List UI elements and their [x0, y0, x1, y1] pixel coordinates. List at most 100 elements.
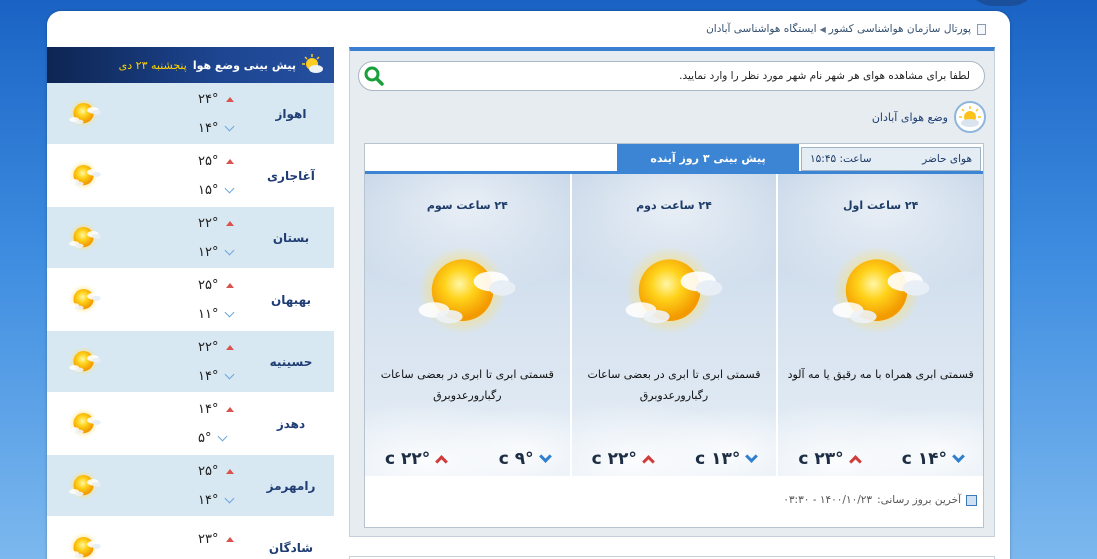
arrow-up-icon	[848, 455, 862, 468]
forecast-column-title: ۲۴ ساعت سوم	[426, 199, 508, 212]
arrow-up-icon	[226, 536, 235, 542]
partly-cloudy-sun-icon	[302, 53, 324, 77]
min-temp-value: ۱۲°	[198, 244, 219, 260]
city-temps: ۲۵° ۱۱°	[198, 278, 248, 322]
partly-cloudy-sun-icon	[412, 244, 522, 342]
city-temps: ۲۳°	[198, 532, 248, 559]
max-temp: ۲۲°	[198, 216, 235, 231]
last-update: آخرین بروز رسانی: ۱۴۰۰/۱۰/۲۳ - ۰۳:۳۰	[783, 494, 977, 506]
city-name[interactable]: بهبهان	[248, 293, 334, 307]
max-temp-value: ۲۵°	[198, 463, 219, 479]
city-name[interactable]: اهواز	[248, 107, 334, 121]
arrow-down-icon	[204, 555, 215, 559]
forecast-max: ۲۲° c	[385, 449, 449, 469]
city-row[interactable]: آغاجاری ۲۵° ۱۵°	[47, 145, 334, 207]
city-name[interactable]: دهدز	[248, 417, 334, 431]
arrow-down-icon	[225, 307, 235, 317]
city-row[interactable]: بستان ۲۲° ۱۲°	[47, 207, 334, 269]
page-container: پورتال سازمان هواشناسی کشور ◀ ایستگاه هو…	[47, 11, 1010, 559]
forecast-sidebar: پیش بینی وضع هوا پنجشنبه ۲۳ دی اهواز ۲۴°…	[47, 47, 334, 559]
arrow-down-icon	[538, 449, 552, 463]
partly-cloudy-sun-icon	[619, 244, 729, 342]
min-temp-value: ۱۴°	[198, 120, 219, 136]
min-temp: ۱۴°	[198, 120, 235, 136]
arrow-down-icon	[952, 449, 965, 463]
city-name[interactable]: رامهرمز	[248, 479, 334, 493]
city-name[interactable]: حسینیه	[248, 355, 334, 369]
arrow-down-icon	[225, 245, 235, 255]
forecast-min: ۹° c	[499, 449, 552, 469]
header-decoration	[967, 0, 1037, 6]
partly-cloudy-sun-icon	[67, 98, 103, 133]
city-row[interactable]: بهبهان ۲۵° ۱۱°	[47, 269, 334, 331]
city-row[interactable]: شادگان ۲۳°	[47, 517, 334, 559]
min-temp-value: ۱۵°	[198, 182, 219, 198]
forecast-min-value: ۱۳° c	[695, 449, 741, 469]
last-update-label: آخرین بروز رسانی:	[877, 494, 961, 506]
last-update-value: ۱۴۰۰/۱۰/۲۳ - ۰۳:۳۰	[783, 494, 873, 506]
tab-3day-forecast[interactable]: پیش بینی ۳ روز آینده	[617, 144, 799, 172]
forecast-max: ۲۳° c	[798, 449, 862, 469]
forecast-max-value: ۲۳° c	[798, 449, 844, 469]
forecast-min: ۱۴° c	[902, 449, 965, 469]
max-temp-value: ۱۴°	[198, 401, 219, 417]
arrow-up-icon	[226, 220, 235, 226]
forecast-description: قسمتی ابری همراه با مه رقیق یا مه آلود	[787, 368, 974, 381]
city-row[interactable]: اهواز ۲۴° ۱۴°	[47, 83, 334, 145]
forecast-box: هوای حاضر ساعت: ۱۵:۴۵ پیش بینی ۳ روز آین…	[364, 143, 984, 528]
forecast-columns: ۲۴ ساعت اول قسمتی ابری همراه با مه رقیق …	[364, 174, 983, 476]
forecast-column-title: ۲۴ ساعت اول	[842, 199, 919, 212]
min-temp-value: ۵°	[198, 430, 212, 446]
max-temp: ۲۳°	[198, 532, 235, 547]
max-temp-value: ۲۲°	[198, 339, 219, 355]
forecast-max-value: ۲۲° c	[591, 449, 637, 469]
search-button[interactable]	[363, 65, 385, 87]
arrow-up-icon	[226, 406, 235, 412]
sidebar-header: پیش بینی وضع هوا پنجشنبه ۲۳ دی	[47, 47, 334, 83]
partly-cloudy-sun-icon	[67, 346, 103, 381]
min-temp: ۵°	[198, 430, 228, 446]
min-temp-value: ۱۴°	[198, 368, 219, 384]
forecast-temps: ۱۳° c ۲۲° c	[591, 449, 759, 469]
city-temps: ۲۵° ۱۵°	[198, 154, 248, 198]
breadcrumb-link-portal[interactable]: پورتال سازمان هواشناسی کشور	[829, 23, 971, 35]
partly-cloudy-sun-icon	[67, 222, 103, 257]
city-temps: ۲۴° ۱۴°	[198, 92, 248, 136]
arrow-up-icon	[226, 282, 235, 288]
city-list: اهواز ۲۴° ۱۴° آغاجاری ۲۵° ۱۵° بستان ۲۲° …	[47, 83, 334, 559]
breadcrumb-link-station[interactable]: ایستگاه هواشناسی آبادان	[706, 23, 817, 35]
search-icon	[364, 66, 384, 86]
city-row[interactable]: دهدز ۱۴° ۵°	[47, 393, 334, 455]
tab-current-label: هوای حاضر	[922, 153, 972, 165]
update-icon	[966, 494, 977, 506]
arrow-down-icon	[225, 369, 235, 379]
max-temp: ۲۵°	[198, 278, 235, 293]
search-placeholder: لطفا برای مشاهده هوای هر شهر نام شهر مور…	[679, 70, 970, 82]
max-temp: ۱۴°	[198, 401, 235, 417]
city-name[interactable]: بستان	[248, 231, 334, 245]
arrow-down-icon	[225, 183, 235, 193]
city-row[interactable]: حسینیه ۲۲° ۱۴°	[47, 331, 334, 393]
min-temp: ۱۲°	[198, 244, 235, 260]
partly-cloudy-sun-icon	[67, 532, 103, 559]
max-temp-value: ۲۵°	[198, 153, 219, 169]
min-temp: ۱۱°	[198, 307, 235, 322]
city-name[interactable]: شادگان	[248, 541, 334, 555]
sidebar-title: پیش بینی وضع هوا	[192, 58, 296, 72]
arrow-up-icon	[226, 158, 235, 164]
partly-cloudy-sun-icon	[67, 470, 103, 505]
city-temps: ۲۲° ۱۴°	[198, 340, 248, 384]
max-temp: ۲۲°	[198, 339, 235, 355]
forecast-min: ۱۳° c	[695, 449, 759, 469]
partly-cloudy-sun-icon	[67, 160, 103, 195]
forecast-column: ۲۴ ساعت دوم قسمتی ابری تا ابری در بعضی س…	[569, 174, 777, 476]
partly-cloudy-sun-icon	[954, 101, 986, 133]
city-name[interactable]: آغاجاری	[248, 169, 334, 183]
city-search-input[interactable]: لطفا برای مشاهده هوای هر شهر نام شهر مور…	[358, 61, 985, 91]
max-temp: ۲۵°	[198, 463, 235, 479]
arrow-down-icon	[225, 493, 235, 503]
tab-current-weather[interactable]: هوای حاضر ساعت: ۱۵:۴۵	[801, 147, 981, 171]
city-row[interactable]: رامهرمز ۲۵° ۱۴°	[47, 455, 334, 517]
forecast-description: قسمتی ابری تا ابری در بعضی ساعات رگبارور…	[587, 368, 761, 402]
breadcrumb: پورتال سازمان هواشناسی کشور ◀ ایستگاه هو…	[706, 23, 986, 35]
